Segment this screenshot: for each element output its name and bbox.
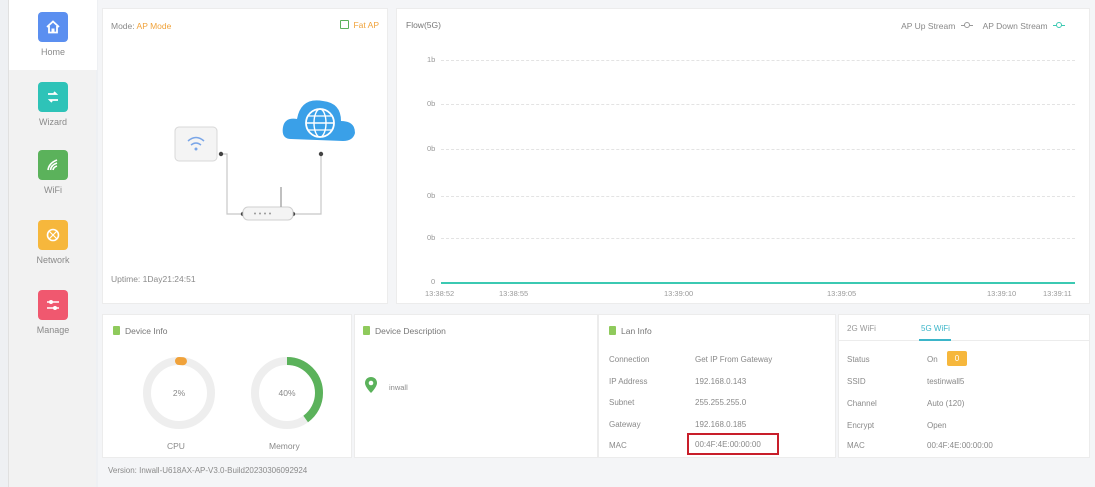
grid-line <box>441 60 1075 61</box>
flow-panel: Flow(5G) AP Up Stream AP Down Stream 1b … <box>396 8 1090 304</box>
wifi-channel-value: Auto (120) <box>927 399 965 408</box>
flow-title: Flow(5G) <box>406 20 441 30</box>
x-tick-label: 13:38:52 <box>425 289 455 298</box>
tab-2g-wifi[interactable]: 2G WiFi <box>847 324 876 333</box>
sidebar-item-wizard[interactable]: Wizard <box>9 82 97 148</box>
memory-gauge: 40% <box>251 357 323 429</box>
edit-icon <box>340 20 350 29</box>
wifi-status-toggle[interactable]: 0 <box>947 351 967 366</box>
sidebar-item-manage[interactable]: Manage <box>9 290 97 356</box>
lan-info-panel: Lan Info Connection Get IP From Gateway … <box>598 314 836 458</box>
sidebar: Home Wizard WiFi Network Manage <box>8 0 97 487</box>
wifi-tab-bar: 2G WiFi 5G WiFi <box>839 315 1089 341</box>
tab-5g-wifi[interactable]: 5G WiFi <box>921 324 950 333</box>
wifi-ssid-value: testinwall5 <box>927 377 965 386</box>
lan-ip-label: IP Address <box>609 377 648 386</box>
main-content: Mode: AP Mode Fat AP Uptime: 1Day21:24:5… <box>98 0 1095 487</box>
y-tick-label: 1b <box>427 55 436 64</box>
y-tick-label: 0b <box>427 99 436 108</box>
location-pin-icon <box>365 377 377 393</box>
grid-line <box>441 238 1075 239</box>
sidebar-item-label: Home <box>40 47 65 57</box>
sidebar-item-label: WiFi <box>44 185 62 195</box>
wifi-mac-label: MAC <box>847 441 865 450</box>
lan-mac-label: MAC <box>609 441 627 450</box>
y-tick-label: 0 <box>431 277 436 286</box>
document-icon <box>363 326 370 335</box>
x-tick-label: 13:39:05 <box>827 289 857 298</box>
sidebar-item-label: Network <box>36 255 70 265</box>
wifi-ssid-label: SSID <box>847 377 866 386</box>
y-tick-label: 0b <box>427 191 436 200</box>
lan-subnet-value: 255.255.255.0 <box>695 398 747 407</box>
lan-connection-label: Connection <box>609 355 650 364</box>
device-description-panel: Device Description inwall <box>354 314 598 458</box>
flow-zero-line <box>441 282 1075 284</box>
document-icon <box>609 326 616 335</box>
fat-ap-link[interactable]: Fat AP <box>340 20 379 30</box>
sidebar-item-label: Wizard <box>38 117 67 127</box>
cpu-label: CPU <box>167 441 185 451</box>
active-tab-indicator <box>919 339 951 341</box>
wifi-encrypt-value: Open <box>927 421 947 430</box>
cloud-internet-icon <box>282 100 355 141</box>
legend-down-marker <box>1053 22 1065 29</box>
lan-gateway-value: 192.168.0.185 <box>695 420 747 429</box>
document-icon <box>113 326 120 335</box>
grid-line <box>441 149 1075 150</box>
wifi-info-panel: 2G WiFi 5G WiFi Status On 0 SSID testinw… <box>838 314 1090 458</box>
x-tick-label: 13:39:00 <box>664 289 694 298</box>
access-point-icon <box>174 126 218 162</box>
wifi-encrypt-label: Encrypt <box>847 421 875 430</box>
manage-icon <box>38 290 68 320</box>
wifi-icon <box>38 150 68 180</box>
x-tick-label: 13:39:10 <box>987 289 1017 298</box>
home-icon <box>38 12 68 42</box>
y-tick-label: 0b <box>427 233 436 242</box>
device-info-panel: Device Info 2% CPU 40% Memory <box>102 314 352 458</box>
lan-subnet-label: Subnet <box>609 398 635 407</box>
mode-row: Mode: AP Mode <box>111 21 171 31</box>
topology-diagram <box>174 100 355 221</box>
legend-down-label: AP Down Stream <box>982 21 1048 31</box>
y-tick-label: 0b <box>427 144 436 153</box>
cpu-percent: 2% <box>173 388 186 398</box>
grid-line <box>441 196 1075 197</box>
router-icon <box>242 187 294 221</box>
fat-ap-label: Fat AP <box>353 20 379 30</box>
network-icon <box>38 220 68 250</box>
uptime-text: Uptime: 1Day21:24:51 <box>111 274 196 284</box>
wifi-status-value: On <box>927 355 938 364</box>
lan-connection-value: Get IP From Gateway <box>695 355 773 364</box>
sidebar-item-network[interactable]: Network <box>9 220 97 286</box>
wizard-icon <box>38 82 68 112</box>
flow-legend: AP Up Stream AP Down Stream <box>901 21 1065 31</box>
sidebar-item-label: Manage <box>36 325 70 335</box>
memory-percent: 40% <box>278 388 295 398</box>
x-tick-label: 13:38:55 <box>499 289 529 298</box>
device-info-title: Device Info <box>113 326 168 336</box>
sidebar-item-wifi[interactable]: WiFi <box>9 150 97 216</box>
sidebar-item-home[interactable]: Home <box>9 12 97 78</box>
mode-panel: Mode: AP Mode Fat AP Uptime: 1Day21:24:5… <box>102 8 388 304</box>
x-tick-label: 13:39:11 <box>1043 289 1072 298</box>
firmware-version: Version: Inwall-U618AX-AP-V3.0-Build2023… <box>108 466 308 475</box>
lan-mac-value: 00:4F:4E:00:00:00 <box>695 440 761 449</box>
memory-label: Memory <box>269 441 300 451</box>
wifi-mac-value: 00:4F:4E:00:00:00 <box>927 441 993 450</box>
device-description-title: Device Description <box>363 326 446 336</box>
lan-gateway-label: Gateway <box>609 420 641 429</box>
lan-info-title: Lan Info <box>609 326 652 336</box>
grid-line <box>441 104 1075 105</box>
wifi-status-label: Status <box>847 355 870 364</box>
legend-up-marker <box>960 22 973 29</box>
mode-label: Mode: <box>111 21 135 31</box>
device-name: inwall <box>389 383 408 392</box>
cpu-gauge: 2% <box>143 357 215 429</box>
legend-up-label: AP Up Stream <box>901 21 956 31</box>
lan-ip-value: 192.168.0.143 <box>695 377 747 386</box>
wifi-channel-label: Channel <box>847 399 877 408</box>
mode-value: AP Mode <box>136 21 172 31</box>
